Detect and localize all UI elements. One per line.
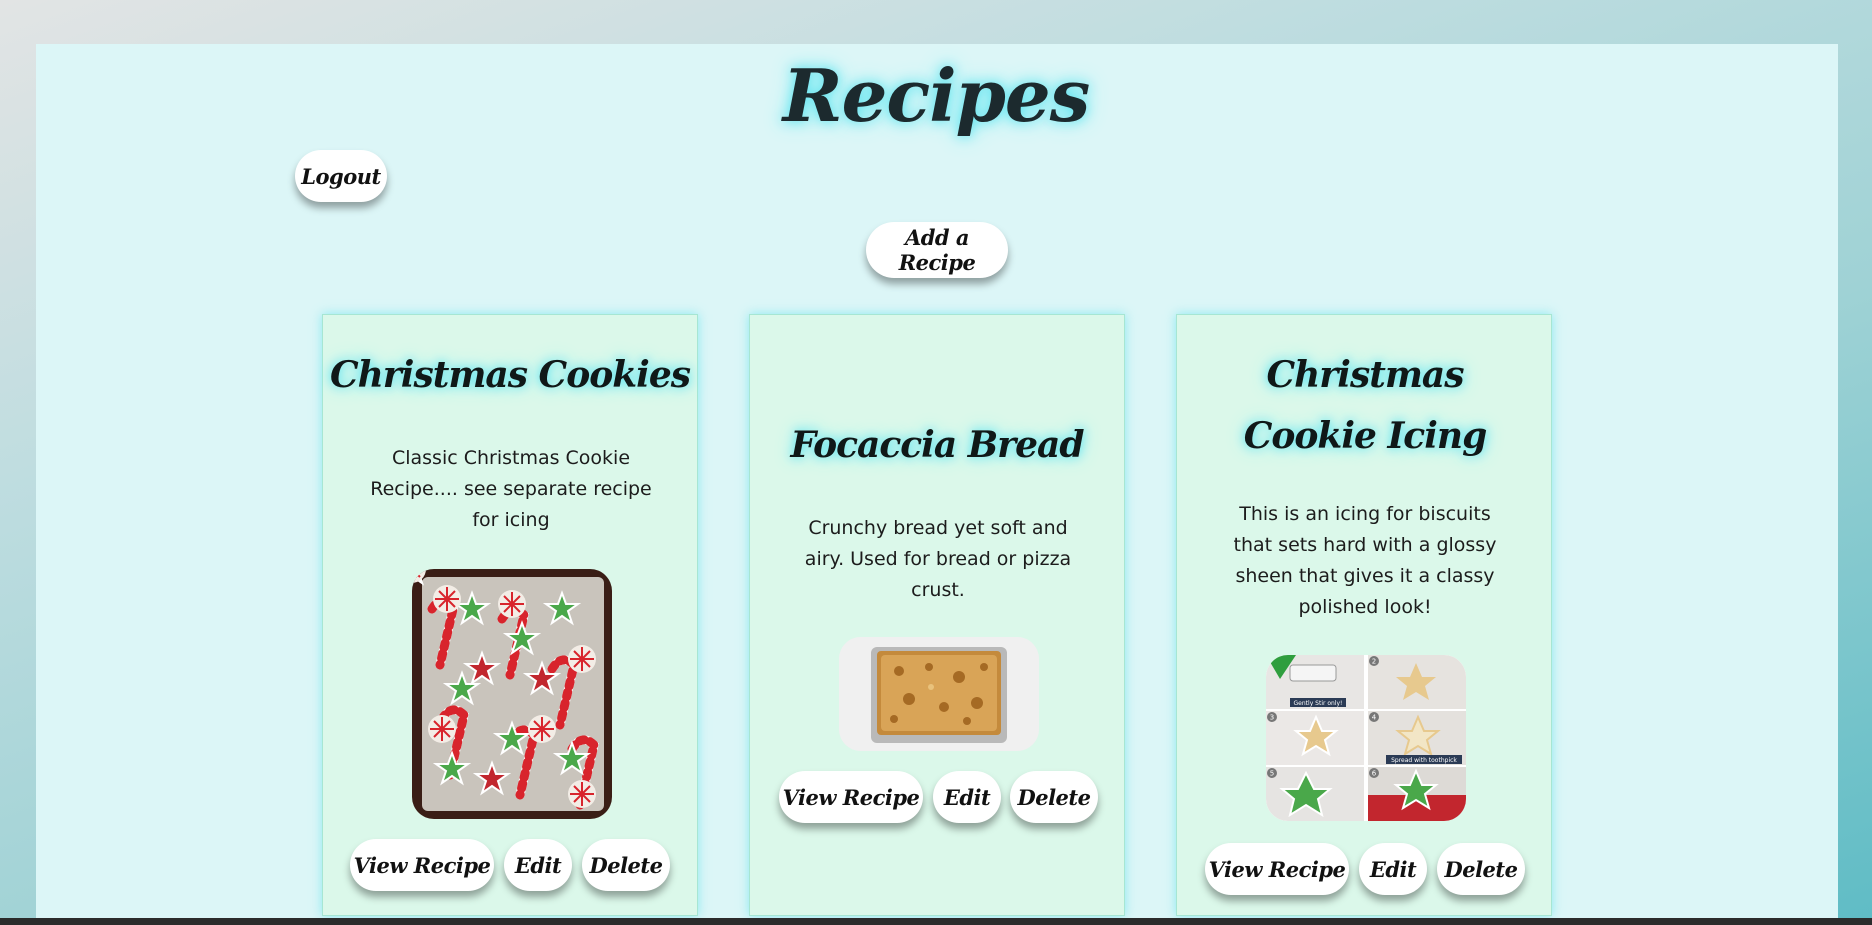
recipe-title: Focaccia Bread	[790, 424, 1084, 466]
logout-button[interactable]: Logout	[295, 150, 387, 202]
recipe-card: Focaccia Bread Crunchy bread yet soft an…	[749, 314, 1125, 916]
image-caption: Spread with toothpick	[1391, 757, 1457, 764]
edit-button[interactable]: Edit	[504, 839, 572, 891]
delete-button[interactable]: Delete	[1010, 771, 1098, 823]
edit-button[interactable]: Edit	[933, 771, 1001, 823]
recipe-image-cookie-icing: 2 3 4 5 6 Gently Stir only! Spread with …	[1266, 655, 1466, 821]
view-recipe-button[interactable]: View Recipe	[350, 839, 494, 891]
view-recipe-button[interactable]: View Recipe	[1205, 843, 1349, 895]
recipe-description: Classic Christmas Cookie Recipe.... see …	[370, 447, 652, 531]
delete-button[interactable]: Delete	[582, 839, 670, 891]
recipe-description: This is an icing for biscuits that sets …	[1233, 503, 1497, 618]
recipe-card: Christmas Cookie Icing This is an icing …	[1176, 314, 1552, 916]
recipe-card: Christmas Cookies Classic Christmas Cook…	[322, 314, 698, 916]
step-number-label: 3	[1270, 714, 1274, 722]
step-number-label: 5	[1270, 770, 1274, 778]
step-number-label: 6	[1372, 770, 1377, 778]
recipe-title: Christmas Cookie Icing	[1243, 354, 1488, 457]
recipe-title: Christmas Cookies	[329, 354, 691, 396]
delete-button[interactable]: Delete	[1437, 843, 1525, 895]
step-number-label: 4	[1372, 714, 1377, 722]
add-recipe-button[interactable]: Add a Recipe	[866, 222, 1008, 278]
recipe-image-focaccia	[839, 637, 1039, 751]
step-number-label: 2	[1372, 658, 1376, 666]
taskbar-strip	[0, 918, 1872, 925]
image-caption: Gently Stir only!	[1294, 700, 1343, 707]
recipe-image-christmas-cookies	[412, 569, 612, 819]
recipe-description: Crunchy bread yet soft and airy. Used fo…	[804, 517, 1072, 601]
view-recipe-button[interactable]: View Recipe	[779, 771, 923, 823]
edit-button[interactable]: Edit	[1359, 843, 1427, 895]
page-title: Recipes	[782, 53, 1091, 138]
